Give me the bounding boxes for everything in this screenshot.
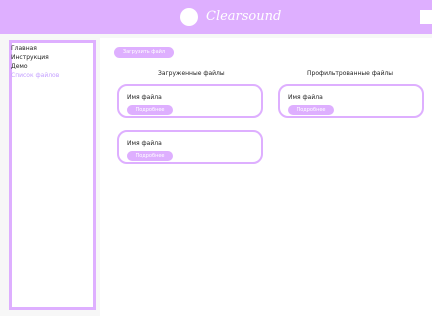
details-button[interactable]: Подробнее [127, 105, 173, 115]
header-action[interactable] [420, 10, 432, 24]
file-card: Имя файла Подробнее [117, 130, 263, 164]
file-name: Имя файла [127, 140, 162, 147]
brand: Clearsound [180, 8, 281, 26]
details-button[interactable]: Подробнее [288, 105, 334, 115]
sidebar-item-demo[interactable]: Демо [11, 62, 59, 71]
filtered-files-title: Профильтрованные файлы [307, 70, 394, 77]
sidebar-item-file-list[interactable]: Список файлов [11, 71, 59, 80]
sidebar-item-home[interactable]: Главная [11, 44, 59, 53]
main-content [100, 38, 432, 316]
file-card: Имя файла Подробнее [278, 84, 424, 118]
app: Clearsound Главная Инструкция Демо Списо… [0, 0, 432, 316]
details-button[interactable]: Подробнее [127, 151, 173, 161]
file-card: Имя файла Подробнее [117, 84, 263, 118]
uploaded-files-title: Загруженные файлы [158, 70, 225, 77]
header: Clearsound [0, 0, 432, 34]
logo-icon [180, 8, 198, 26]
sidebar-item-instructions[interactable]: Инструкция [11, 53, 59, 62]
brand-name: Clearsound [206, 9, 282, 24]
file-name: Имя файла [127, 94, 162, 101]
file-name: Имя файла [288, 94, 323, 101]
upload-file-button[interactable]: Загрузить файл [114, 47, 174, 58]
sidebar [9, 40, 96, 310]
sidebar-nav: Главная Инструкция Демо Список файлов [11, 44, 59, 80]
